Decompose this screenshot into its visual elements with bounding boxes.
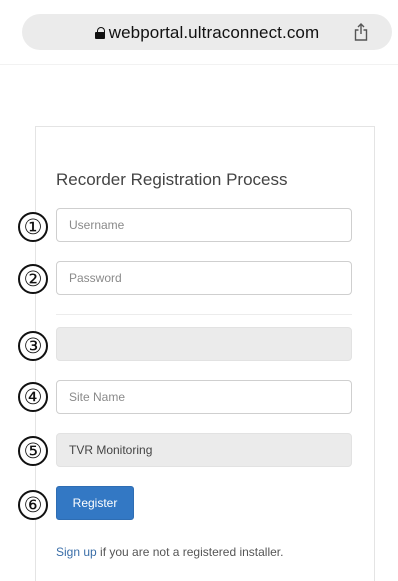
form-title: Recorder Registration Process bbox=[56, 170, 288, 189]
site-name-input[interactable] bbox=[56, 380, 352, 414]
share-icon[interactable] bbox=[354, 23, 368, 41]
username-input[interactable] bbox=[56, 208, 352, 242]
field-divider bbox=[56, 314, 352, 315]
monitoring-field bbox=[56, 433, 352, 467]
url-host-text: webportal.ultraconnect.com bbox=[108, 23, 320, 42]
header-divider bbox=[0, 64, 398, 65]
signup-link[interactable]: Sign up bbox=[56, 545, 97, 559]
marker-4: ④ bbox=[18, 382, 48, 412]
url-display[interactable]: webportal.ultraconnect.com bbox=[22, 23, 392, 43]
marker-6: ⑥ bbox=[18, 490, 48, 520]
register-button[interactable]: Register bbox=[56, 486, 134, 520]
marker-1: ① bbox=[18, 212, 48, 242]
lock-icon bbox=[94, 27, 105, 39]
marker-2: ② bbox=[18, 264, 48, 294]
password-input[interactable] bbox=[56, 261, 352, 295]
marker-5: ⑤ bbox=[18, 436, 48, 466]
signup-text: Sign up if you are not a registered inst… bbox=[56, 545, 283, 559]
address-bar[interactable]: webportal.ultraconnect.com bbox=[22, 14, 392, 50]
signup-rest-text: if you are not a registered installer. bbox=[96, 545, 284, 559]
marker-3: ③ bbox=[18, 331, 48, 361]
blank-readonly-field bbox=[56, 327, 352, 361]
